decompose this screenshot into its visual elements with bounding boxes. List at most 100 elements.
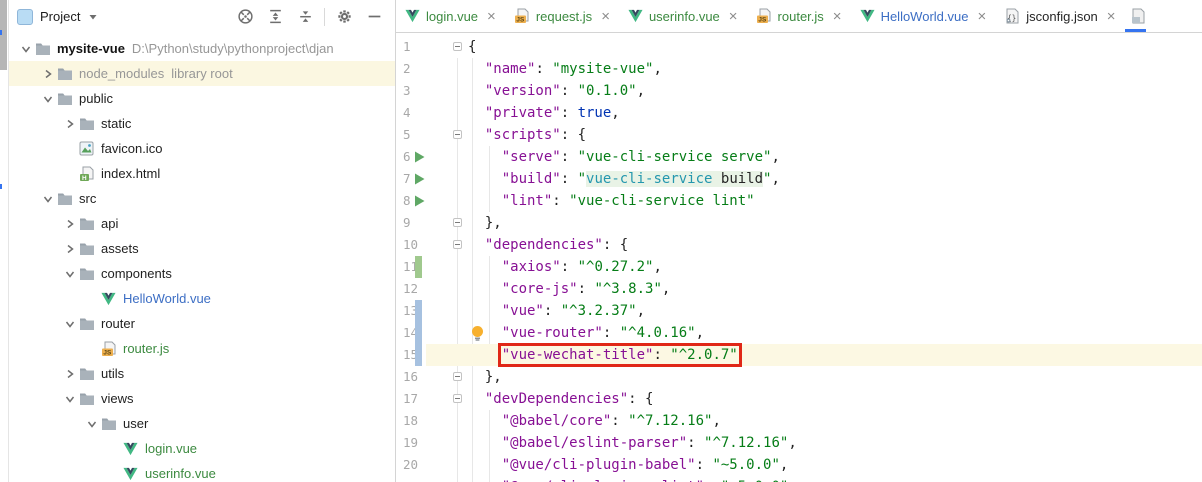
code-line-15[interactable]: 15 "vue-wechat-title": "^2.0.7" [396, 343, 1202, 367]
code-line-21[interactable]: 21 "@vue/cli-plugin-eslint": "~5.0.0", [396, 476, 1202, 482]
fold-marker-start[interactable] [453, 240, 462, 249]
code-text[interactable]: "devDependencies": { [396, 388, 1202, 410]
tab-partial[interactable] [1124, 0, 1146, 32]
edge-scrollbar-thumb[interactable] [0, 0, 7, 70]
code-text[interactable]: "@vue/cli-plugin-babel": "~5.0.0", [396, 454, 1202, 476]
code-text[interactable]: "@babel/eslint-parser": "^7.12.16", [396, 432, 1202, 454]
tree-row-views[interactable]: views [9, 386, 395, 411]
vcs-change-bar[interactable] [415, 322, 422, 344]
tree-row-mysite-vue[interactable]: mysite-vue D:\Python\study\pythonproject\… [9, 36, 395, 61]
fold-marker-start[interactable] [453, 130, 462, 139]
code-line-7[interactable]: 7 "build": "vue-cli-service build", [396, 168, 1202, 190]
run-script-button[interactable] [413, 194, 427, 208]
tab-close-icon[interactable]: × [601, 9, 610, 24]
code-text[interactable]: "vue-router": "^4.0.16", [396, 322, 1202, 344]
code-line-12[interactable]: 12 "core-js": "^3.8.3", [396, 278, 1202, 300]
code-text[interactable]: "scripts": { [396, 124, 1202, 146]
intention-bulb-icon[interactable] [470, 325, 485, 342]
fold-marker-end[interactable] [453, 372, 462, 381]
tree-row-assets[interactable]: assets [9, 236, 395, 261]
code-line-9[interactable]: 9 }, [396, 212, 1202, 234]
tree-row-static[interactable]: static [9, 111, 395, 136]
tree-row-helloworld-vue[interactable]: HelloWorld.vue [9, 286, 395, 311]
code-line-13[interactable]: 13 "vue": "^3.2.37", [396, 300, 1202, 322]
code-text[interactable]: }, [396, 366, 1202, 388]
project-dropdown[interactable]: Project [40, 9, 80, 24]
tree-row-user[interactable]: user [9, 411, 395, 436]
code-text[interactable]: "@vue/cli-plugin-eslint": "~5.0.0", [396, 476, 1202, 482]
collapse-all-icon[interactable] [290, 4, 320, 30]
locate-file-icon[interactable] [230, 4, 260, 30]
tree-row-src[interactable]: src [9, 186, 395, 211]
code-text[interactable]: "private": true, [396, 102, 1202, 124]
code-text[interactable]: "build": "vue-cli-service build", [396, 168, 1202, 190]
code-line-18[interactable]: 18 "@babel/core": "^7.12.16", [396, 410, 1202, 432]
chevron-expanded-icon[interactable] [61, 316, 78, 332]
tree-row-index-html[interactable]: Hindex.html [9, 161, 395, 186]
chevron-collapsed-icon[interactable] [39, 66, 56, 82]
tab-userinfo-vue[interactable]: userinfo.vue × [619, 0, 747, 32]
tab-router-js[interactable]: JS router.js × [747, 0, 851, 32]
code-text[interactable]: }, [396, 212, 1202, 234]
code-line-8[interactable]: 8 "lint": "vue-cli-service lint" [396, 190, 1202, 212]
chevron-collapsed-icon[interactable] [61, 216, 78, 232]
code-text[interactable]: "axios": "^0.27.2", [396, 256, 1202, 278]
vcs-change-bar[interactable] [415, 344, 422, 366]
code-line-17[interactable]: 17 "devDependencies": { [396, 388, 1202, 410]
code-text[interactable]: "vue": "^3.2.37", [396, 300, 1202, 322]
code-line-1[interactable]: 1{ [396, 36, 1202, 58]
tree-row-login-vue[interactable]: login.vue [9, 436, 395, 461]
chevron-expanded-icon[interactable] [61, 391, 78, 407]
chevron-expanded-icon[interactable] [39, 91, 56, 107]
tab-jsconfig-json[interactable]: {} jsconfig.json × [995, 0, 1124, 32]
code-line-3[interactable]: 3 "version": "0.1.0", [396, 80, 1202, 102]
tab-close-icon[interactable]: × [1107, 9, 1116, 24]
chevron-collapsed-icon[interactable] [61, 366, 78, 382]
code-text[interactable]: "serve": "vue-cli-service serve", [396, 146, 1202, 168]
tree-row-components[interactable]: components [9, 261, 395, 286]
chevron-down-icon[interactable] [86, 10, 100, 24]
tree-row-api[interactable]: api [9, 211, 395, 236]
fold-marker-end[interactable] [453, 218, 462, 227]
chevron-expanded-icon[interactable] [17, 41, 34, 57]
tree-row-userinfo-vue[interactable]: userinfo.vue [9, 461, 395, 482]
code-line-5[interactable]: 5 "scripts": { [396, 124, 1202, 146]
tab-close-icon[interactable]: × [729, 9, 738, 24]
vcs-change-bar[interactable] [415, 300, 422, 322]
code-line-16[interactable]: 16 }, [396, 366, 1202, 388]
tree-row-node-modules[interactable]: node_modules library root [9, 61, 395, 86]
code-text[interactable]: "dependencies": { [396, 234, 1202, 256]
code-text[interactable]: "vue-wechat-title": "^2.0.7" [396, 343, 1202, 367]
code-line-10[interactable]: 10 "dependencies": { [396, 234, 1202, 256]
code-text[interactable]: { [396, 36, 1202, 58]
code-text[interactable]: "version": "0.1.0", [396, 80, 1202, 102]
code-line-20[interactable]: 20 "@vue/cli-plugin-babel": "~5.0.0", [396, 454, 1202, 476]
tree-row-router-js[interactable]: JS router.js [9, 336, 395, 361]
tree-row-router[interactable]: router [9, 311, 395, 336]
chevron-collapsed-icon[interactable] [61, 241, 78, 257]
tab-close-icon[interactable]: × [833, 9, 842, 24]
settings-gear-icon[interactable] [329, 4, 359, 30]
hide-panel-icon[interactable] [359, 4, 389, 30]
chevron-collapsed-icon[interactable] [61, 116, 78, 132]
code-line-11[interactable]: 11 "axios": "^0.27.2", [396, 256, 1202, 278]
fold-marker-start[interactable] [453, 394, 462, 403]
code-text[interactable]: "@babel/core": "^7.12.16", [396, 410, 1202, 432]
code-text[interactable]: "lint": "vue-cli-service lint" [396, 190, 1202, 212]
run-script-button[interactable] [413, 172, 427, 186]
tree-row-utils[interactable]: utils [9, 361, 395, 386]
chevron-expanded-icon[interactable] [61, 266, 78, 282]
expand-all-icon[interactable] [260, 4, 290, 30]
code-line-6[interactable]: 6 "serve": "vue-cli-service serve", [396, 146, 1202, 168]
code-line-14[interactable]: 14 "vue-router": "^4.0.16", [396, 322, 1202, 344]
code-text[interactable]: "name": "mysite-vue", [396, 58, 1202, 80]
code-line-19[interactable]: 19 "@babel/eslint-parser": "^7.12.16", [396, 432, 1202, 454]
code-text[interactable]: "core-js": "^3.8.3", [396, 278, 1202, 300]
run-script-button[interactable] [413, 150, 427, 164]
code-editor[interactable]: 1{2 "name": "mysite-vue", 3 "version": "0… [396, 32, 1202, 482]
chevron-expanded-icon[interactable] [83, 416, 100, 432]
code-line-2[interactable]: 2 "name": "mysite-vue", [396, 58, 1202, 80]
chevron-expanded-icon[interactable] [39, 191, 56, 207]
tab-request-js[interactable]: JS request.js × [505, 0, 619, 32]
tree-row-public[interactable]: public [9, 86, 395, 111]
